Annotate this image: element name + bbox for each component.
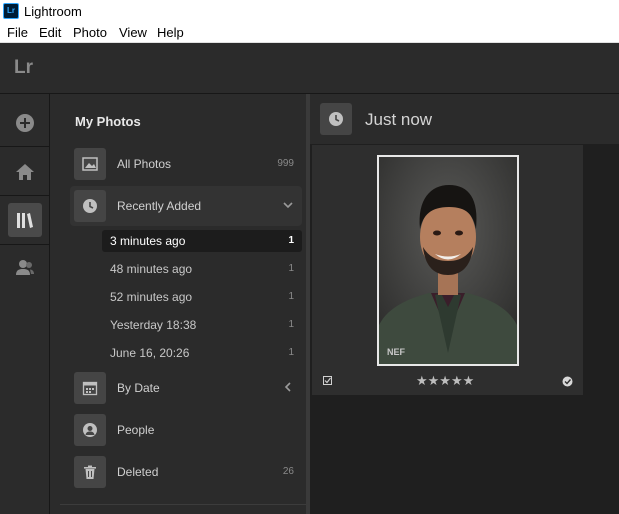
lightroom-app-icon: Lr bbox=[3, 3, 19, 19]
person-icon bbox=[83, 423, 97, 437]
sub-item-count: 1 bbox=[288, 347, 294, 358]
rail-divider bbox=[0, 195, 50, 196]
grid-header: Just now bbox=[310, 94, 619, 144]
menu-view[interactable]: View bbox=[119, 25, 147, 40]
star-rating[interactable]: ★★★★★ bbox=[416, 373, 474, 389]
sub-item-52-minutes-ago[interactable]: 52 minutes ago 1 bbox=[102, 286, 302, 308]
photo-grid-area: Just now NEF ★★★★★ bbox=[310, 94, 619, 514]
nav-label: Deleted bbox=[117, 465, 159, 479]
rail-divider bbox=[0, 244, 50, 245]
synced-check-icon bbox=[562, 376, 573, 387]
calendar-icon bbox=[82, 381, 98, 396]
nav-label: People bbox=[117, 423, 155, 437]
photo-thumbnail[interactable]: NEF bbox=[377, 155, 519, 366]
sub-item-count: 1 bbox=[288, 291, 294, 302]
nav-label: By Date bbox=[117, 381, 160, 395]
people-icon-box bbox=[74, 414, 106, 446]
deleted-icon-box bbox=[74, 456, 106, 488]
pick-flag-icon[interactable] bbox=[323, 376, 332, 385]
menu-help[interactable]: Help bbox=[157, 25, 184, 40]
sub-item-label: June 16, 20:26 bbox=[110, 346, 190, 360]
rail-divider bbox=[0, 146, 50, 147]
plus-circle-icon bbox=[16, 114, 34, 132]
panel-title: My Photos bbox=[75, 114, 141, 129]
sub-item-48-minutes-ago[interactable]: 48 minutes ago 1 bbox=[102, 258, 302, 280]
sub-item-count: 1 bbox=[288, 263, 294, 274]
home-button[interactable] bbox=[8, 155, 42, 189]
nav-count: 999 bbox=[277, 158, 294, 169]
nav-people[interactable]: People bbox=[70, 410, 302, 450]
window-title: Lightroom bbox=[24, 4, 82, 19]
sub-item-label: 52 minutes ago bbox=[110, 290, 193, 304]
nav-label: All Photos bbox=[117, 157, 172, 171]
app-topbar: Lr bbox=[0, 43, 619, 94]
library-button[interactable] bbox=[8, 203, 42, 237]
chevron-down-icon[interactable] bbox=[282, 199, 294, 211]
by-date-icon-box bbox=[74, 372, 106, 404]
clock-icon bbox=[83, 199, 97, 213]
window-titlebar: Lr Lightroom bbox=[0, 0, 619, 23]
menu-bar: File Edit Photo View Help bbox=[0, 23, 619, 43]
home-icon bbox=[16, 164, 34, 180]
my-photos-panel: My Photos All Photos 999 Recently Added … bbox=[50, 94, 310, 514]
trash-icon bbox=[84, 465, 96, 479]
people-icon bbox=[16, 260, 34, 275]
photo-thumbnail-cell[interactable]: NEF ★★★★★ bbox=[312, 145, 583, 395]
add-photos-button[interactable] bbox=[8, 106, 42, 140]
sub-item-label: 48 minutes ago bbox=[110, 262, 193, 276]
portrait-photo bbox=[379, 157, 517, 364]
nav-by-date[interactable]: By Date bbox=[70, 368, 302, 408]
header-clock-icon-box bbox=[320, 103, 352, 135]
panel-divider bbox=[60, 504, 310, 505]
menu-photo[interactable]: Photo bbox=[73, 25, 107, 40]
file-format-badge: NEF bbox=[387, 347, 405, 357]
sub-item-label: 3 minutes ago bbox=[110, 234, 186, 248]
nav-deleted[interactable]: Deleted 26 bbox=[70, 452, 302, 492]
all-photos-icon-box bbox=[74, 148, 106, 180]
menu-file[interactable]: File bbox=[7, 25, 28, 40]
sub-item-count: 1 bbox=[288, 319, 294, 330]
sub-item-count: 1 bbox=[288, 235, 294, 246]
people-button[interactable] bbox=[8, 251, 42, 285]
nav-all-photos[interactable]: All Photos 999 bbox=[70, 144, 302, 184]
chevron-left-icon[interactable] bbox=[282, 381, 294, 393]
nav-count: 26 bbox=[282, 466, 294, 477]
sub-item-yesterday[interactable]: Yesterday 18:38 1 bbox=[102, 314, 302, 336]
lr-logo: Lr bbox=[14, 57, 33, 78]
icon-rail bbox=[0, 94, 50, 514]
library-icon bbox=[17, 213, 33, 228]
sub-item-3-minutes-ago[interactable]: 3 minutes ago 1 bbox=[102, 230, 302, 252]
nav-label: Recently Added bbox=[117, 199, 202, 213]
sub-item-june-16[interactable]: June 16, 20:26 1 bbox=[102, 342, 302, 364]
grid-title: Just now bbox=[365, 110, 433, 129]
nav-recently-added[interactable]: Recently Added bbox=[70, 186, 302, 226]
clock-icon bbox=[329, 112, 343, 126]
image-icon bbox=[82, 157, 98, 171]
sub-item-label: Yesterday 18:38 bbox=[110, 318, 197, 332]
menu-edit[interactable]: Edit bbox=[39, 25, 61, 40]
recently-added-icon-box bbox=[74, 190, 106, 222]
